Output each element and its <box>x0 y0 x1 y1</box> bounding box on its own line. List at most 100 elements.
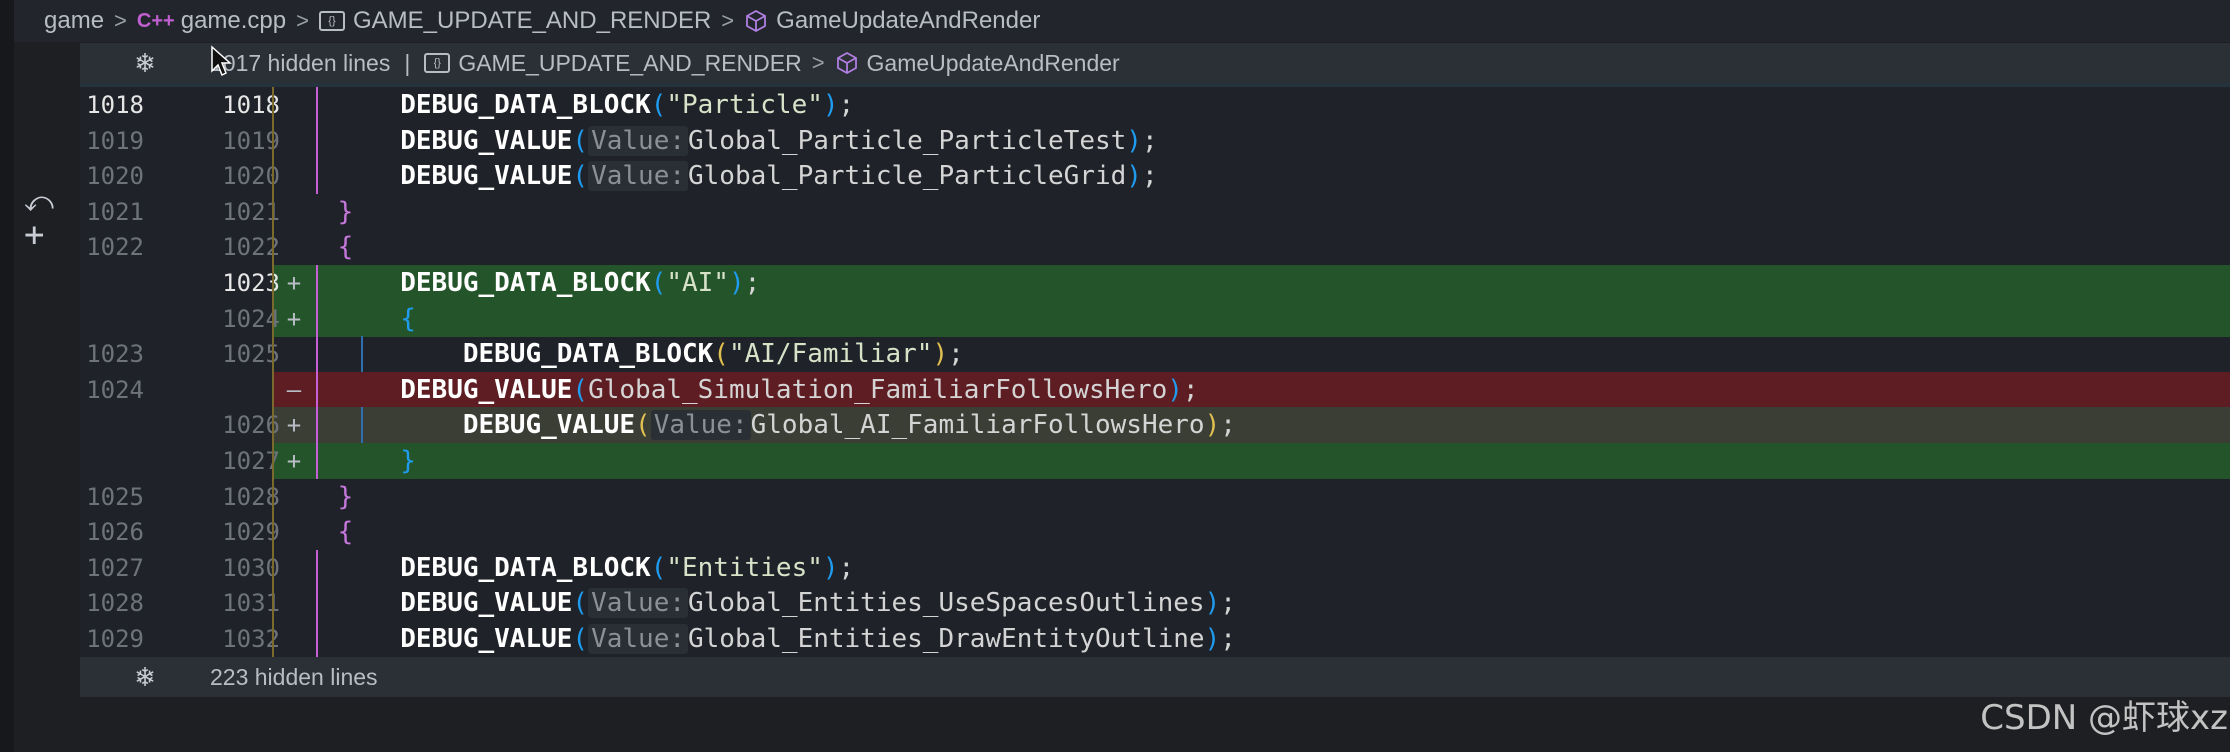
breadcrumb-macro[interactable]: {} GAME_UPDATE_AND_RENDER <box>318 7 712 35</box>
breadcrumb: game > C++ game.cpp > {} GAME_UPDATE_AND… <box>14 0 2230 42</box>
top-folded-region[interactable]: ❄ 1017 hidden lines | {} GAME_UPDATE_AND… <box>80 43 2230 87</box>
fold-crumb-function[interactable]: GameUpdateAndRender <box>835 50 1120 77</box>
code-text[interactable]: DEBUG_DATA_BLOCK("Entities"); <box>275 550 854 586</box>
code-line[interactable]: 1026 1029 { <box>80 514 2230 551</box>
code-token: { <box>400 303 416 334</box>
line-number-modified-value: 1021 <box>222 197 280 226</box>
code-text[interactable]: } <box>275 194 354 230</box>
code-line[interactable]: 1021 1021 } <box>80 193 2230 230</box>
code-token: ; <box>1182 374 1199 405</box>
code-token: ) <box>728 268 745 298</box>
line-number-modified-value: 1018 <box>222 91 280 119</box>
code-line[interactable]: 1023 1025 DEBUG_DATA_BLOCK("AI/Familiar")… <box>80 336 2230 373</box>
code-text[interactable]: DEBUG_VALUE(Value: Global_Entities_DrawEn… <box>275 621 1236 657</box>
code-token: ) <box>1204 588 1221 619</box>
expand-snowflake-icon[interactable]: ❄ <box>80 662 210 693</box>
code-token: ) <box>822 90 839 120</box>
code-line[interactable]: 1028 1031 DEBUG_VALUE(Value: Global_Entiti… <box>80 585 2230 622</box>
code-line[interactable]: 1027 1030 DEBUG_DATA_BLOCK("Entities"); <box>80 549 2230 586</box>
code-token: DEBUG_VALUE <box>462 410 636 441</box>
breadcrumb-function-label: GameUpdateAndRender <box>776 7 1041 34</box>
code-line[interactable]: 1025 1028 } <box>80 478 2230 515</box>
line-number-modified-value: 1019 <box>222 126 280 155</box>
code-text[interactable]: DEBUG_VALUE(Global_Simulation_FamiliarFo… <box>275 372 1199 408</box>
code-token: ( <box>572 624 589 654</box>
line-number-original: 1022 <box>86 233 144 262</box>
line-diff-highlight <box>273 514 2230 550</box>
diff-editor[interactable]: 1018 1018 DEBUG_DATA_BLOCK("Particle"); 10… <box>80 87 2230 657</box>
code-token: DEBUG_VALUE <box>400 125 573 156</box>
code-text[interactable]: DEBUG_VALUE(Value: Global_Particle_Partic… <box>275 123 1158 159</box>
code-text[interactable]: { <box>275 301 416 337</box>
breadcrumb-folder[interactable]: game <box>44 7 104 35</box>
line-number-modified-value: 1024 <box>222 304 280 333</box>
code-token: "Particle" <box>666 90 823 120</box>
fold-crumb-macro[interactable]: {} GAME_UPDATE_AND_RENDER <box>424 50 802 77</box>
line-diff-highlight <box>273 194 2230 230</box>
code-line[interactable]: 1022 1022 { <box>80 229 2230 266</box>
code-line[interactable]: 1027 + } <box>80 443 2230 479</box>
hidden-lines-label[interactable]: 223 hidden lines <box>210 664 378 691</box>
watermark: CSDN @虾球xz <box>1980 698 2228 738</box>
breadcrumb-function[interactable]: GameUpdateAndRender <box>744 7 1040 35</box>
code-text[interactable]: DEBUG_VALUE(Value: Global_Entities_UseSpa… <box>275 585 1236 621</box>
code-line[interactable]: 1029 1032 DEBUG_VALUE(Value: Global_Entiti… <box>80 621 2230 657</box>
code-text[interactable]: { <box>275 514 354 550</box>
namespace-icon: {} <box>424 53 451 73</box>
hidden-lines-label[interactable]: 1017 hidden lines <box>210 50 390 77</box>
code-token: Global_Particle_ParticleTest <box>688 125 1127 156</box>
line-diff-highlight <box>273 479 2230 515</box>
code-line[interactable]: 1018 1018 DEBUG_DATA_BLOCK("Particle"); <box>80 87 2230 123</box>
code-text[interactable]: { <box>275 229 354 265</box>
expand-snowflake-icon[interactable]: ❄ <box>80 48 210 79</box>
line-diff-highlight <box>273 229 2230 265</box>
code-token: ( <box>572 161 589 192</box>
breadcrumb-file[interactable]: C++ game.cpp <box>137 7 286 35</box>
code-token: ; <box>1141 161 1158 192</box>
code-text[interactable]: } <box>275 443 416 479</box>
code-text[interactable]: DEBUG_VALUE(Value: Global_Particle_Partic… <box>275 158 1158 194</box>
chevron-right-icon: > <box>721 8 735 33</box>
code-text[interactable]: DEBUG_DATA_BLOCK("AI/Familiar"); <box>275 336 964 372</box>
line-number-original: 1018 <box>86 91 144 119</box>
code-token: } <box>337 196 354 227</box>
line-number-original: 1019 <box>86 126 144 155</box>
code-line[interactable]: 1019 1019 DEBUG_VALUE(Value: Global_Partic… <box>80 122 2230 159</box>
code-line[interactable]: 1023 + DEBUG_DATA_BLOCK("AI"); <box>80 265 2230 301</box>
code-text[interactable]: DEBUG_VALUE(Value: Global_AI_FamiliarFoll… <box>275 407 1236 443</box>
code-line[interactable]: 1020 1020 DEBUG_VALUE(Value: Global_Partic… <box>80 158 2230 195</box>
code-text[interactable]: DEBUG_DATA_BLOCK("AI"); <box>275 265 760 301</box>
code-token: ) <box>1204 624 1221 654</box>
line-number-modified-value: 1031 <box>222 589 280 618</box>
bottom-folded-region[interactable]: ❄ 223 hidden lines <box>80 657 2230 697</box>
code-line[interactable]: 1024 + { <box>80 300 2230 337</box>
code-token: ( <box>650 90 667 120</box>
code-token: ( <box>572 588 589 619</box>
code-token: ; <box>838 552 855 583</box>
code-text[interactable]: } <box>275 479 354 515</box>
code-line[interactable]: 1026 + DEBUG_VALUE(Value: Global_AI_Famili… <box>80 407 2230 444</box>
line-number-original: 1025 <box>86 482 144 511</box>
indent-guide <box>272 549 274 586</box>
line-number-original: 1021 <box>86 197 144 226</box>
code-token: ; <box>948 339 964 370</box>
function-cube-icon <box>836 51 857 75</box>
code-token: DEBUG_DATA_BLOCK <box>400 268 651 298</box>
breadcrumb-macro-label: GAME_UPDATE_AND_RENDER <box>352 7 712 34</box>
indent-guide <box>272 122 274 159</box>
revert-icon[interactable]: ⤺ <box>24 185 54 219</box>
code-token: ( <box>572 374 589 405</box>
code-text[interactable]: DEBUG_DATA_BLOCK("Particle"); <box>275 87 854 123</box>
code-token: "AI" <box>666 268 729 298</box>
code-token: "AI/Familiar" <box>728 339 933 370</box>
code-line[interactable]: 1024— DEBUG_VALUE(Global_Simulation_Fami… <box>80 371 2230 408</box>
line-number-original: 1023 <box>86 340 144 369</box>
code-token: ; <box>1220 410 1236 441</box>
add-icon[interactable]: + <box>24 215 44 255</box>
